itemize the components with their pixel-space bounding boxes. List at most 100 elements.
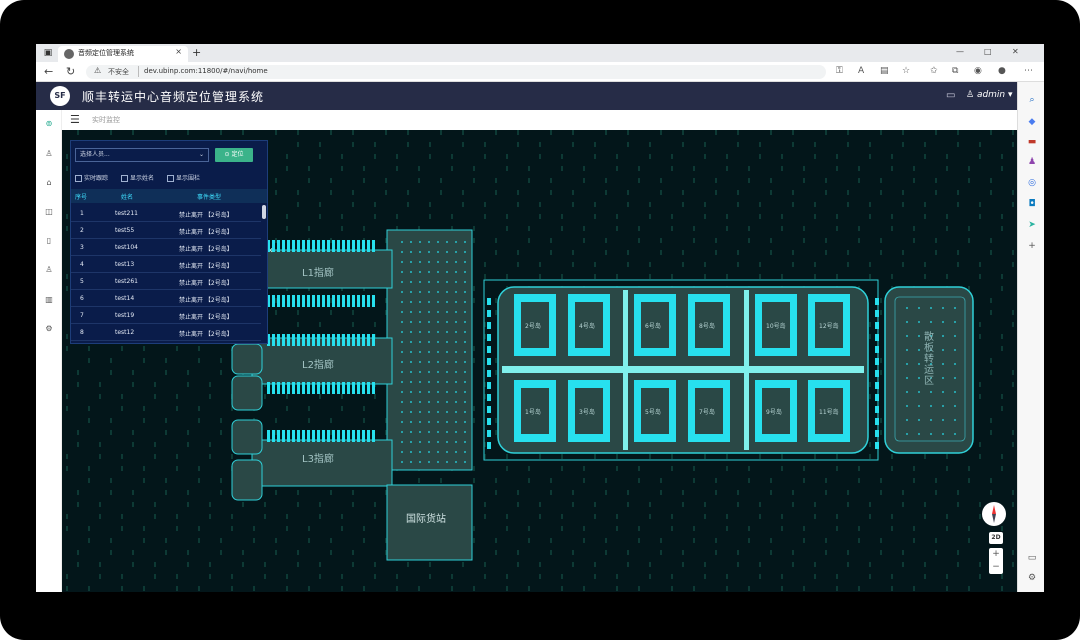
- circle-app-icon[interactable]: ◎: [1026, 177, 1038, 189]
- maximize-icon[interactable]: □: [984, 47, 992, 56]
- cell-event: 禁止离开 【2号岛】: [179, 314, 233, 321]
- table-row[interactable]: 2 test55 禁止离开 【2号岛】: [71, 222, 261, 239]
- rain-char: [902, 262, 904, 267]
- cell-name: test261: [115, 278, 138, 285]
- rain-char: [605, 550, 607, 555]
- gear-icon[interactable]: ⚙: [43, 323, 55, 335]
- add-icon[interactable]: +: [1026, 240, 1038, 252]
- person-icon[interactable]: ♙: [43, 148, 55, 160]
- building-icon[interactable]: ▥: [43, 294, 55, 306]
- people-icon[interactable]: ♟: [1026, 156, 1038, 168]
- rain-char: [374, 214, 376, 219]
- floor-dot: [446, 371, 448, 373]
- back-icon[interactable]: ←: [44, 65, 53, 78]
- rain-char: [682, 190, 684, 195]
- screen-share-icon[interactable]: ▭: [1026, 552, 1038, 564]
- chat-icon[interactable]: ◫: [43, 206, 55, 218]
- scrollbar[interactable]: [262, 205, 266, 219]
- table-row[interactable]: 5 test261 禁止离开 【2号岛】: [71, 273, 261, 290]
- map-view[interactable]: L1指廊 L2指廊 L3指廊 国际货站 散板转运区 2号岛 4号岛 6号岛 8号岛 10…: [62, 130, 1017, 592]
- browser-tab[interactable]: 音频定位管理系统 ×: [58, 46, 188, 62]
- user-icon[interactable]: ♙: [43, 264, 55, 276]
- home-icon[interactable]: ⌂: [43, 177, 55, 189]
- send-icon[interactable]: ➤: [1026, 219, 1038, 231]
- rain-char: [891, 274, 893, 279]
- locate-button[interactable]: ⊙ 定位: [215, 148, 253, 162]
- table-row[interactable]: 7 test19 禁止离开 【2号岛】: [71, 307, 261, 324]
- rain-char: [66, 454, 68, 459]
- rain-char: [594, 274, 596, 279]
- table-row[interactable]: 4 test13 禁止离开 【2号岛】: [71, 256, 261, 273]
- rain-char: [506, 166, 508, 171]
- rain-char: [990, 490, 992, 495]
- reader-icon[interactable]: ▤: [880, 66, 889, 76]
- close-window-icon[interactable]: ✕: [1012, 47, 1019, 56]
- close-tab-icon[interactable]: ×: [175, 47, 182, 56]
- table-row[interactable]: 8 test12 禁止离开 【2号岛】: [71, 324, 261, 341]
- rain-char: [99, 442, 101, 447]
- floor-dot: [428, 431, 430, 433]
- url-field[interactable]: ⚠ 不安全 dev.ubinp.com:11800/#/navi/home: [86, 65, 826, 79]
- more-menu-icon[interactable]: ⋯: [1024, 66, 1033, 76]
- show-fence-checkbox[interactable]: 显示围栏: [167, 173, 200, 182]
- rain-char: [539, 502, 541, 507]
- rain-char: [286, 394, 288, 399]
- zoom-out-button[interactable]: −: [989, 561, 1003, 574]
- rain-char: [209, 454, 211, 459]
- island-label: 4号岛: [579, 323, 595, 330]
- table-row[interactable]: 6 test14 禁止离开 【2号岛】: [71, 290, 261, 307]
- rain-char: [935, 190, 937, 195]
- rain-char: [396, 166, 398, 171]
- font-icon[interactable]: A: [858, 66, 864, 76]
- search-icon[interactable]: ⌕: [1026, 94, 1038, 106]
- rain-char: [968, 538, 970, 543]
- floor-dot: [437, 421, 439, 423]
- edge-mark: [487, 358, 491, 365]
- user-menu[interactable]: ♙ admin ▾: [966, 90, 1013, 100]
- rain-char: [913, 586, 915, 591]
- refresh-icon[interactable]: ↻: [66, 65, 75, 78]
- new-tab-button[interactable]: +: [192, 46, 201, 59]
- profile-icon[interactable]: ●: [998, 66, 1006, 76]
- floor-dot: [455, 251, 457, 253]
- briefcase-icon[interactable]: ▬: [1026, 136, 1038, 148]
- compass-icon[interactable]: [982, 502, 1006, 526]
- rain-char: [352, 562, 354, 567]
- rain-char: [715, 130, 717, 135]
- tag-icon[interactable]: ◆: [1026, 116, 1038, 128]
- collapse-panel-icon[interactable]: ‹: [269, 244, 277, 258]
- floor-dot: [455, 241, 457, 243]
- zoom-in-button[interactable]: +: [989, 548, 1003, 561]
- view-mode-button[interactable]: 2D: [989, 532, 1003, 544]
- breadcrumb[interactable]: 实时监控: [92, 115, 120, 125]
- minimize-icon[interactable]: —: [956, 47, 964, 56]
- rain-char: [528, 538, 530, 543]
- realtime-track-checkbox[interactable]: 实时跟踪: [75, 173, 108, 182]
- settings-icon[interactable]: ⚙: [1026, 572, 1038, 584]
- floor-dot: [954, 335, 956, 337]
- person-select[interactable]: 选择人员... ⌄: [75, 148, 209, 162]
- rain-char: [77, 370, 79, 375]
- window-menu-icon[interactable]: ▣: [42, 47, 54, 59]
- cell-name: test211: [115, 210, 138, 217]
- location-icon[interactable]: ⊚: [43, 118, 55, 130]
- dock-bar: [362, 240, 365, 252]
- rain-char: [143, 418, 145, 423]
- rain-char: [561, 274, 563, 279]
- rain-char: [231, 574, 233, 579]
- device-icon[interactable]: ▯: [43, 235, 55, 247]
- outlook-icon[interactable]: ◘: [1026, 198, 1038, 210]
- menu-toggle-icon[interactable]: ☰: [70, 113, 80, 126]
- cell-event: 禁止离开 【2号岛】: [179, 246, 233, 253]
- extension-icon[interactable]: ◉: [974, 66, 982, 76]
- favorites-icon[interactable]: ✩: [930, 66, 938, 76]
- key-icon[interactable]: ⚿: [836, 66, 843, 76]
- rain-char: [66, 154, 68, 159]
- show-name-checkbox[interactable]: 显示姓名: [121, 173, 154, 182]
- favorite-star-icon[interactable]: ☆: [902, 66, 910, 76]
- table-row[interactable]: 3 test104 禁止离开 【2号岛】: [71, 239, 261, 256]
- collections-icon[interactable]: ⧉: [952, 66, 958, 76]
- monitor-icon[interactable]: ▭: [946, 90, 955, 101]
- table-row[interactable]: 1 test211 禁止离开 【2号岛】: [71, 205, 261, 222]
- floor-dot: [464, 371, 466, 373]
